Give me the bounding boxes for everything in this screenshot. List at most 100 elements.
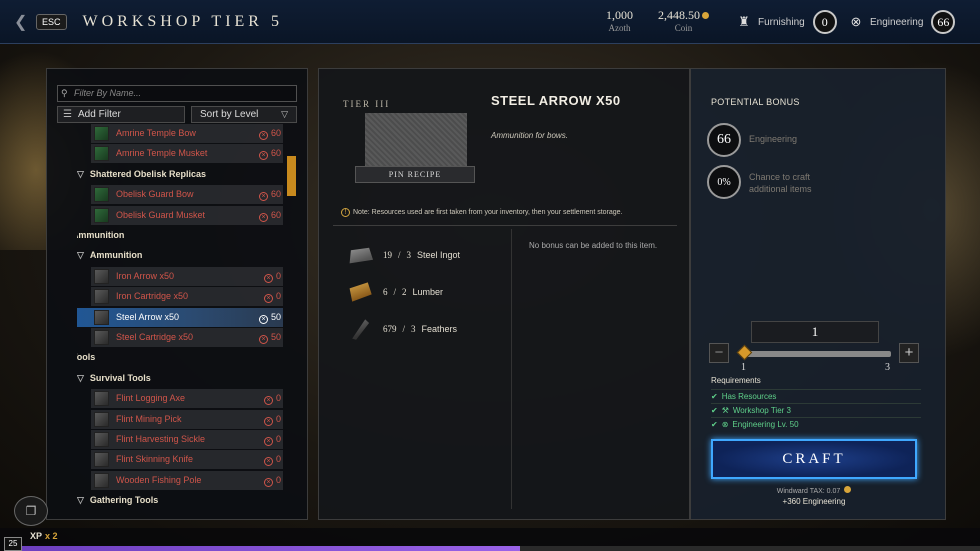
unavailable-icon: × xyxy=(258,314,268,324)
engineering-gear-icon: ⊗ xyxy=(850,14,862,29)
unavailable-icon: × xyxy=(263,294,273,304)
unavailable-icon: × xyxy=(258,192,268,202)
requirement-item: ✔ Has Resources xyxy=(711,389,921,403)
recipe-row[interactable]: Flint Harvesting Sickle × 0 xyxy=(91,430,283,449)
player-level-badge: 25 xyxy=(4,537,22,551)
recipe-row[interactable]: Amrine Temple Bow × 60 xyxy=(91,124,283,143)
recipe-quantity: × 60 xyxy=(258,144,281,163)
add-filter-button[interactable]: ☰ Add Filter xyxy=(57,106,185,123)
recipe-row[interactable]: Flint Logging Axe × 0 xyxy=(91,389,283,409)
unavailable-icon: × xyxy=(263,416,273,426)
recipe-row[interactable]: Amrine Temple Musket × 60 xyxy=(91,144,283,164)
potential-bonus-title: POTENTIAL BONUS xyxy=(711,97,800,107)
check-icon: ✔ xyxy=(711,420,718,429)
unavailable-icon: × xyxy=(258,151,268,161)
recipe-thumbnail xyxy=(94,309,109,325)
recipe-quantity-value: 50 xyxy=(270,311,281,322)
recipe-row[interactable]: Iron Cartridge x50 × 0 xyxy=(91,287,283,307)
recipe-detail-panel: TIER III PIN RECIPE STEEL ARROW X50 Ammu… xyxy=(318,68,690,520)
unavailable-icon: × xyxy=(263,457,273,467)
tax-text: Windward TAX: 0.07 xyxy=(776,488,841,495)
recipe-quantity: × 0 xyxy=(263,471,281,490)
recipe-row[interactable]: Flint Skinning Knife × 0 xyxy=(91,450,283,470)
category-header[interactable]: ▽Tools xyxy=(77,348,95,367)
resource-need: 3 xyxy=(411,324,416,334)
increase-quantity-button[interactable]: + xyxy=(899,343,919,363)
recipe-name: Amrine Temple Bow xyxy=(116,128,196,138)
furnishing-label: Furnishing xyxy=(758,16,805,28)
recipe-name: Iron Arrow x50 xyxy=(116,270,175,281)
recipe-thumbnail xyxy=(94,126,109,141)
recipe-thumbnail xyxy=(94,146,109,162)
recipe-name: Flint Harvesting Sickle xyxy=(116,434,206,444)
recipe-thumbnail xyxy=(94,452,109,468)
quantity-slider[interactable] xyxy=(741,351,891,357)
recipe-quantity-value: 60 xyxy=(270,209,281,220)
slider-min-label: 1 xyxy=(741,362,746,373)
recipe-row[interactable]: Iron Arrow x50 × 0 xyxy=(91,266,283,286)
recipe-row[interactable]: Obelisk Guard Bow × 60 xyxy=(91,185,283,205)
subcategory-header[interactable]: ▽ Survival Tools xyxy=(77,369,151,388)
recipe-row[interactable]: Flint Mining Pick × 0 xyxy=(91,409,283,429)
subcategory-header[interactable]: ▽ Shattered Obelisk Replicas xyxy=(77,165,206,184)
recipe-row[interactable]: Wooden Fishing Pole × 0 xyxy=(91,470,283,490)
item-preview-image xyxy=(365,113,467,167)
category-header[interactable]: ▽Ammunition xyxy=(77,226,124,245)
quantity-input[interactable]: 1 xyxy=(751,321,879,343)
recipe-row[interactable]: Steel Arrow x50 × 50 xyxy=(77,307,283,327)
resource-name: Feathers xyxy=(421,324,458,334)
list-scrollbar-thumb[interactable] xyxy=(287,155,296,196)
recipe-quantity: × 0 xyxy=(263,410,281,429)
recipe-name: Steel Arrow x50 xyxy=(116,311,180,322)
furnishing-skill[interactable]: ♜ Furnishing 0 xyxy=(736,10,837,34)
chance-bonus-value: 0% xyxy=(707,165,741,199)
collapse-arrow-icon: ▽ xyxy=(77,168,84,179)
check-icon: ✔ xyxy=(711,406,718,415)
recipe-quantity-value: 0 xyxy=(275,270,281,281)
back-arrow-icon[interactable]: ❮ xyxy=(14,12,36,32)
subcategory-header[interactable]: ▽ Gathering Tools xyxy=(77,491,158,510)
recipe-quantity: × 60 xyxy=(258,185,281,204)
decrease-quantity-button[interactable]: − xyxy=(709,343,729,363)
coin-value: 2,448.50 xyxy=(658,8,700,22)
recipe-row[interactable]: Obelisk Guard Musket × 60 xyxy=(91,205,283,225)
tax-line: Windward TAX: 0.07 xyxy=(711,486,917,495)
recipe-name: Flint Logging Axe xyxy=(116,393,186,404)
hammer-icon: ⚒ xyxy=(721,406,729,415)
page-title: WORKSHOP TIER 5 xyxy=(82,12,283,30)
sort-dropdown[interactable]: Sort by Level ▽ xyxy=(191,106,297,123)
filter-placeholder: Filter By Name... xyxy=(74,88,142,98)
engineering-bonus-label: Engineering xyxy=(749,134,798,144)
pin-recipe-button[interactable]: PIN RECIPE xyxy=(355,166,475,183)
resource-note: ! Note: Resources used are first taken fr… xyxy=(341,208,623,217)
tier-label: TIER III xyxy=(343,99,391,109)
quantity-slider-handle[interactable] xyxy=(736,344,753,361)
coin-label: Coin xyxy=(674,23,693,33)
resource-separator: / xyxy=(402,324,406,334)
category-name: Shattered Obelisk Replicas xyxy=(89,168,206,179)
azoth-label: Azoth xyxy=(608,23,631,33)
resource-row: 19 / 3 Steel Ingot xyxy=(347,243,460,267)
recipe-row[interactable]: Steel Cartridge x50 × 50 xyxy=(91,328,283,347)
esc-button[interactable]: ESC xyxy=(36,13,67,30)
recipe-thumbnail xyxy=(94,391,109,407)
recipe-name: Flint Mining Pick xyxy=(116,413,182,424)
recipe-thumbnail xyxy=(94,330,109,345)
recipe-quantity-value: 0 xyxy=(275,291,281,302)
engineering-skill[interactable]: ⊗ Engineering 66 xyxy=(848,10,956,34)
recipe-name: Obelisk Guard Bow xyxy=(116,189,194,200)
recipe-quantity: × 0 xyxy=(263,267,281,286)
resource-separator: / xyxy=(393,287,397,297)
recipe-quantity: × 50 xyxy=(258,328,281,347)
unavailable-icon: × xyxy=(263,437,273,446)
unavailable-icon: × xyxy=(263,273,273,283)
category-name: Gathering Tools xyxy=(89,495,159,506)
recipe-name: Amrine Temple Musket xyxy=(116,148,208,159)
sort-arrow-icon: ▽ xyxy=(281,109,288,119)
chat-icon[interactable]: ❐ xyxy=(14,496,48,526)
craft-button[interactable]: CRAFT xyxy=(711,439,917,479)
resource-name: Lumber xyxy=(412,287,444,297)
subcategory-header[interactable]: ▽ Ammunition xyxy=(77,246,142,265)
filter-input[interactable]: ⚲ Filter By Name... xyxy=(57,85,297,102)
recipe-name: Iron Cartridge x50 xyxy=(116,291,189,302)
